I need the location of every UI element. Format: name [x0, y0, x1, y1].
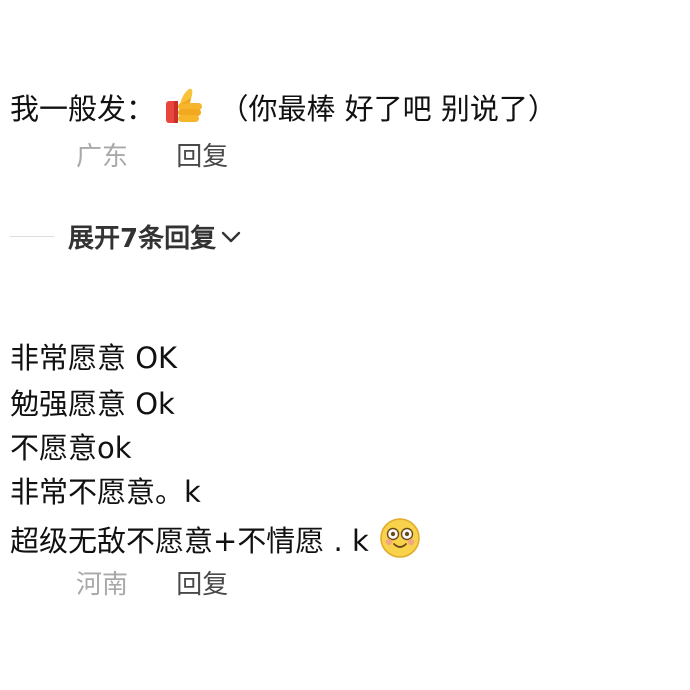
comment-2-line: 不愿意ok [10, 431, 132, 465]
comment-2-line: 勉强愿意 Ok [10, 387, 175, 421]
comment-2-line-last: 超级无敌不愿意+不情愿 . k [10, 516, 422, 570]
expand-replies-row: 展开7条回复 [10, 218, 242, 254]
expand-replies-label: 展开7条回复 [68, 223, 217, 254]
comment-2-line: 超级无敌不愿意+不情愿 . k [10, 524, 369, 558]
comment-1-location: 广东 [76, 142, 129, 172]
comment-2-line: 非常不愿意。k [10, 475, 201, 509]
dizzy-smile-emoji-icon [378, 516, 422, 570]
comment-2-reply-button[interactable]: 回复 [176, 570, 228, 600]
comment-1-text-after: （你最棒 好了吧 别说了） [219, 92, 557, 126]
comment-1-meta: 广东 回复 [76, 140, 228, 174]
comment-1-reply-button[interactable]: 回复 [176, 142, 228, 172]
thumbs-up-emoji-icon [164, 86, 210, 136]
comment-1-text: 我一般发： （你最棒 好了吧 别说了） [10, 86, 557, 136]
comment-2-line: 非常愿意 OK [10, 341, 178, 375]
divider [10, 235, 54, 237]
comment-2-location: 河南 [76, 570, 129, 600]
comment-2-meta: 河南 回复 [76, 568, 228, 602]
expand-replies-button[interactable]: 展开7条回复 [68, 218, 242, 255]
comment-1-text-before: 我一般发： [10, 92, 156, 126]
chevron-down-icon [220, 221, 242, 251]
